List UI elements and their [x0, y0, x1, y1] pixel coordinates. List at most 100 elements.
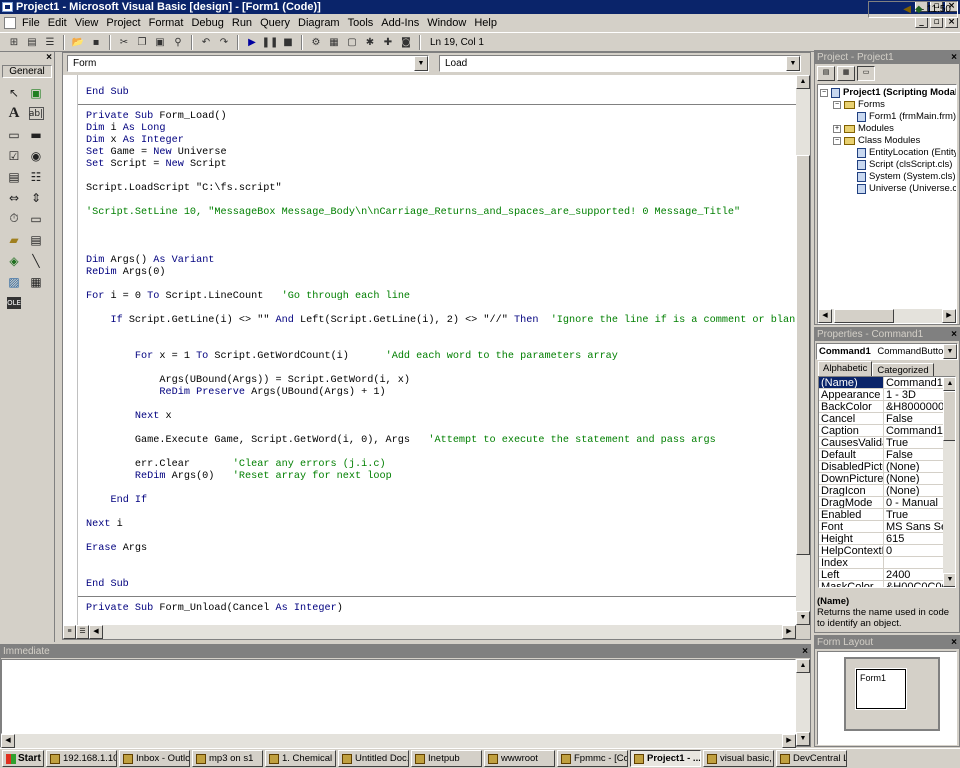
code-line[interactable]: Game.Execute Game, Script.GetWord(i, 0),… — [86, 435, 716, 447]
close-icon[interactable]: × — [951, 328, 957, 341]
property-row[interactable]: FontMS Sans Serif — [819, 521, 943, 533]
code-line[interactable]: 'Script.SetLine 10, "MessageBox Message_… — [86, 207, 740, 219]
menu-view[interactable]: View — [71, 15, 103, 31]
code-hscrollbar[interactable]: ◀ ▶ — [89, 625, 796, 639]
property-row[interactable]: HelpContextID0 — [819, 545, 943, 557]
immediate-input[interactable] — [1, 659, 796, 734]
picturebox-tool-icon[interactable]: ▣ — [25, 82, 47, 103]
project-explorer-icon[interactable]: ⚙ — [308, 35, 324, 50]
taskbar-button[interactable]: 1. Chemical ... — [265, 750, 336, 767]
property-row[interactable]: Cancel False — [819, 413, 943, 425]
menu-window[interactable]: Window — [423, 15, 470, 31]
clock[interactable]: 11:50 — [927, 4, 951, 15]
filelistbox-tool-icon[interactable]: ▤ — [25, 229, 47, 250]
property-row[interactable]: MaskColor&H00C0C0C0& — [819, 581, 943, 587]
code-line[interactable]: Private Sub Form_Unload(Cancel As Intege… — [86, 603, 343, 615]
copy-icon[interactable]: ❐ — [134, 35, 150, 50]
paste-icon[interactable]: ▣ — [152, 35, 168, 50]
property-row[interactable]: Caption Command1 — [819, 425, 943, 437]
collapse-icon[interactable]: − — [820, 89, 828, 97]
taskbar-button[interactable]: Untitled Doc... — [338, 750, 409, 767]
mdi-minimize-button[interactable]: _ — [915, 17, 928, 28]
props-vscrollbar[interactable]: ▲ ▼ — [943, 377, 955, 587]
open-icon[interactable]: 📂 — [70, 35, 86, 50]
menu-project[interactable]: Project — [102, 15, 144, 31]
scroll-down-icon[interactable]: ▼ — [943, 573, 955, 587]
property-row[interactable]: DisabledPicture(None) — [819, 461, 943, 473]
line-tool-icon[interactable]: ╲ — [25, 250, 47, 271]
code-line[interactable]: err.Clear 'Clear any errors (j.i.c) — [86, 459, 386, 471]
scroll-right-icon[interactable]: ▶ — [782, 625, 796, 639]
form1-preview[interactable]: Form1 — [855, 668, 907, 710]
cut-icon[interactable]: ✂ — [116, 35, 132, 50]
network-icon[interactable]: ◆ — [915, 4, 923, 15]
object-browser-icon[interactable]: ✱ — [362, 35, 378, 50]
object-selector[interactable]: Command1 CommandButton ▼ — [816, 343, 958, 360]
menu-format[interactable]: Format — [145, 15, 188, 31]
tree-hscroll-thumb[interactable] — [834, 309, 894, 323]
taskbar-button[interactable]: wwwroot — [484, 750, 555, 767]
code-line[interactable]: Dim x As Integer — [86, 135, 184, 147]
textbox-tool-icon[interactable]: ab| — [28, 107, 44, 120]
property-row[interactable]: (Name) Command1 — [819, 377, 943, 389]
tree-node[interactable]: − Project1 (Scripting Modal.vbp) — [820, 87, 956, 99]
property-value[interactable]: &H8000000F& — [884, 401, 943, 412]
form-layout-icon[interactable]: ▢ — [344, 35, 360, 50]
frame-tool-icon[interactable]: ▭ — [3, 124, 25, 145]
procedure-combo[interactable]: Load ▼ — [439, 55, 801, 72]
menu-diagram[interactable]: Diagram — [294, 15, 344, 31]
property-row[interactable]: Enabled True — [819, 509, 943, 521]
end-icon[interactable]: ■ — [280, 35, 296, 50]
timer-tool-icon[interactable]: ⏱ — [3, 208, 25, 229]
tree-node[interactable]: Form1 (frmMain.frm) — [846, 111, 956, 123]
data-view-icon[interactable]: ◙ — [398, 35, 414, 50]
property-value[interactable]: False — [884, 413, 943, 424]
hscrollbar-tool-icon[interactable]: ⇔ — [3, 187, 25, 208]
drivelistbox-tool-icon[interactable]: ▭ — [25, 208, 47, 229]
property-value[interactable]: (None) — [884, 461, 943, 472]
property-value[interactable]: True — [884, 509, 943, 520]
code-line[interactable]: ReDim Preserve Args(UBound(Args) + 1) — [86, 387, 385, 399]
toolbox-tab-general[interactable]: General — [2, 65, 52, 78]
taskbar-button[interactable]: visual basic, ... — [703, 750, 774, 767]
property-row[interactable]: DownPicture (None) — [819, 473, 943, 485]
optionbutton-tool-icon[interactable]: ◉ — [25, 145, 47, 166]
tree-node[interactable]: Script (clsScript.cls) — [846, 159, 952, 171]
taskbar-button[interactable]: DevCentral L... — [776, 750, 847, 767]
vscrollbar-tool-icon[interactable]: ⇕ — [25, 187, 47, 208]
property-value[interactable]: 0 - Manual — [884, 497, 943, 508]
property-value[interactable]: 615 — [884, 533, 943, 544]
undo-icon[interactable]: ↶ — [198, 35, 214, 50]
mdi-restore-button[interactable]: ▫ — [930, 17, 943, 28]
menu-tools[interactable]: Tools — [344, 15, 378, 31]
code-line[interactable]: Args(UBound(Args)) = Script.GetWord(i, x… — [86, 375, 410, 387]
taskbar-button[interactable]: Fpmmc - [Co... — [557, 750, 628, 767]
code-window-icon[interactable] — [4, 17, 16, 29]
property-value[interactable]: MS Sans Serif — [884, 521, 943, 532]
code-line[interactable]: End If — [86, 495, 147, 507]
property-value[interactable]: False — [884, 449, 943, 460]
code-line[interactable]: End Sub — [86, 579, 129, 591]
property-row[interactable]: Index — [819, 557, 943, 569]
code-line[interactable]: Set Game = New Universe — [86, 147, 227, 159]
code-line[interactable]: Dim Args() As Variant — [86, 255, 214, 267]
image-tool-icon[interactable]: ▨ — [3, 271, 25, 292]
start-button[interactable]: Start — [2, 750, 44, 767]
vb-app-icon[interactable] — [2, 2, 13, 12]
object-combo[interactable]: Form ▼ — [67, 55, 429, 72]
property-row[interactable]: Height 615 — [819, 533, 943, 545]
collapse-icon[interactable]: − — [833, 137, 841, 145]
property-row[interactable]: Appearance 1 - 3D — [819, 389, 943, 401]
full-module-view-icon[interactable]: ☰ — [76, 625, 89, 639]
toolbox-close-icon[interactable]: × — [46, 52, 52, 63]
tree-node[interactable]: EntityLocation (EntityLocation.cls) — [846, 147, 956, 159]
redo-icon[interactable]: ↷ — [216, 35, 232, 50]
shape-tool-icon[interactable]: ◈ — [3, 250, 25, 271]
code-line[interactable]: Script.LoadScript "C:\fs.script" — [86, 183, 282, 195]
view-object-icon[interactable]: ▦ — [837, 66, 855, 81]
property-value[interactable]: True — [884, 437, 943, 448]
scroll-down-icon[interactable]: ▼ — [796, 732, 810, 746]
menu-debug[interactable]: Debug — [187, 15, 227, 31]
menu-edit[interactable]: Edit — [44, 15, 71, 31]
break-icon[interactable]: ❚❚ — [262, 35, 279, 50]
